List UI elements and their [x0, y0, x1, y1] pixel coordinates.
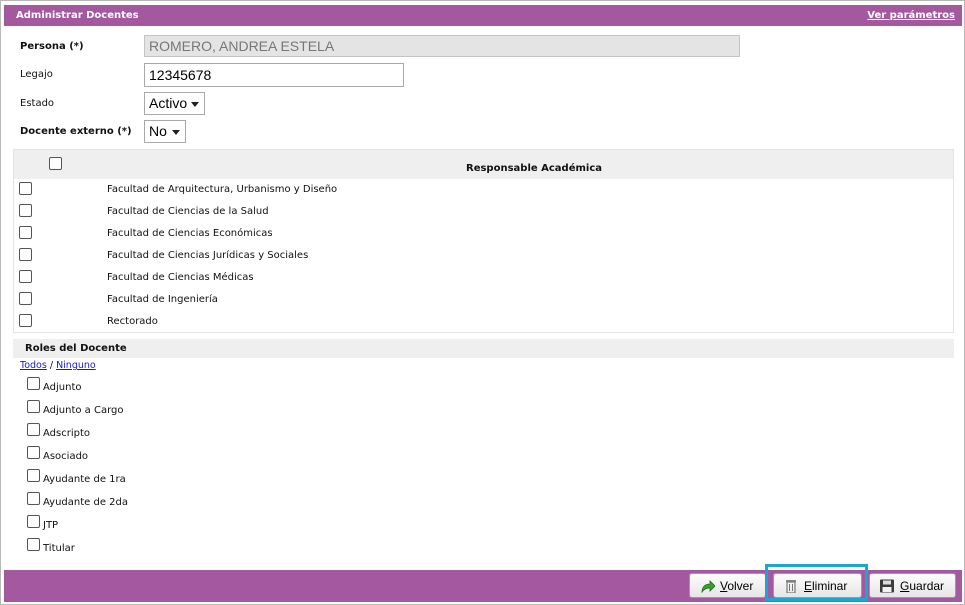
chevron-down-icon — [191, 102, 199, 107]
row-label: Rectorado — [107, 316, 158, 327]
row-checkbox[interactable] — [19, 182, 32, 195]
guardar-button[interactable]: Guardar — [869, 573, 956, 598]
role-checkbox[interactable] — [27, 515, 40, 528]
role-label: Adjunto — [43, 382, 82, 393]
role-item-adjunto-a-cargo: Adjunto a Cargo — [27, 400, 124, 416]
row-label: Facultad de Ciencias Médicas — [107, 272, 254, 283]
role-checkbox[interactable] — [27, 423, 40, 436]
row-label: Facultad de Ingeniería — [107, 294, 218, 305]
roles-header: Roles del Docente — [13, 339, 954, 358]
row-label: Facultad de Ciencias Jurídicas y Sociale… — [107, 250, 309, 261]
role-checkbox[interactable] — [27, 400, 40, 413]
window-frame: Administrar Docentes Ver parámetros Pers… — [0, 0, 965, 605]
role-checkbox[interactable] — [27, 377, 40, 390]
eliminar-highlight-box — [765, 564, 868, 601]
responsable-table: Responsable Académica Facultad de Arquit… — [13, 149, 954, 333]
chevron-down-icon — [172, 130, 180, 135]
estado-select[interactable]: Activo — [144, 92, 205, 115]
row-checkbox[interactable] — [19, 204, 32, 217]
role-label: Ayudante de 1ra — [43, 474, 126, 485]
table-row: Facultad de Arquitectura, Urbanismo y Di… — [14, 179, 953, 201]
table-row: Facultad de Ciencias Económicas — [14, 223, 953, 245]
responsable-table-header: Responsable Académica — [14, 150, 953, 179]
select-all-checkbox[interactable] — [49, 157, 62, 170]
role-label: Asociado — [43, 451, 89, 462]
save-disk-icon — [880, 579, 894, 593]
role-checkbox[interactable] — [27, 446, 40, 459]
estado-label: Estado — [20, 98, 55, 109]
role-item-ayudante-1ra: Ayudante de 1ra — [27, 469, 126, 485]
link-separator: / — [49, 360, 54, 371]
role-label: Adjunto a Cargo — [43, 405, 124, 416]
externo-select[interactable]: No — [144, 120, 186, 143]
table-row: Facultad de Ciencias Médicas — [14, 267, 953, 289]
todos-link[interactable]: Todos — [20, 360, 47, 371]
table-row: Facultad de Ciencias de la Salud — [14, 201, 953, 223]
role-item-asociado: Asociado — [27, 446, 88, 462]
role-label: Titular — [43, 543, 75, 554]
role-checkbox[interactable] — [27, 492, 40, 505]
row-checkbox[interactable] — [19, 226, 32, 239]
volver-button[interactable]: Volver — [689, 573, 766, 598]
externo-label: Docente externo (*) — [20, 126, 132, 137]
row-label: Facultad de Ciencias Económicas — [107, 228, 273, 239]
row-checkbox[interactable] — [19, 248, 32, 261]
role-label: Ayudante de 2da — [43, 497, 128, 508]
responsable-header-label: Responsable Académica — [466, 163, 603, 174]
role-item-jtp: JTP — [27, 515, 58, 531]
volver-label: Volver — [720, 579, 754, 593]
table-row: Facultad de Ingeniería — [14, 289, 953, 311]
role-label: JTP — [43, 520, 59, 531]
row-checkbox[interactable] — [19, 270, 32, 283]
row-label: Facultad de Ciencias de la Salud — [107, 206, 269, 217]
role-label: Adscripto — [43, 428, 90, 439]
window-title: Administrar Docentes — [16, 10, 139, 21]
estado-select-value: Activo — [149, 95, 188, 111]
guardar-label: Guardar — [900, 579, 945, 593]
role-item-adjunto: Adjunto — [27, 377, 82, 393]
persona-field: ROMERO, ANDREA ESTELA — [144, 35, 740, 57]
role-checkbox[interactable] — [27, 538, 40, 551]
legajo-label: Legajo — [20, 69, 53, 80]
role-checkbox[interactable] — [27, 469, 40, 482]
title-bar: Administrar Docentes Ver parámetros — [4, 5, 962, 26]
select-links: Todos / Ninguno — [20, 360, 96, 371]
table-row: Rectorado — [14, 311, 953, 333]
role-item-titular: Titular — [27, 538, 75, 554]
legajo-input[interactable]: 12345678 — [144, 63, 404, 87]
ninguno-link[interactable]: Ninguno — [56, 360, 96, 371]
back-arrow-icon — [701, 580, 715, 593]
role-item-ayudante-2da: Ayudante de 2da — [27, 492, 128, 508]
externo-select-value: No — [149, 123, 167, 139]
roles-header-label: Roles del Docente — [25, 343, 127, 354]
row-checkbox[interactable] — [19, 314, 32, 327]
params-link[interactable]: Ver parámetros — [867, 10, 955, 21]
row-checkbox[interactable] — [19, 292, 32, 305]
row-label: Facultad de Arquitectura, Urbanismo y Di… — [107, 184, 338, 195]
table-row: Facultad de Ciencias Jurídicas y Sociale… — [14, 245, 953, 267]
persona-label: Persona (*) — [20, 41, 84, 52]
role-item-adscripto: Adscripto — [27, 423, 90, 439]
